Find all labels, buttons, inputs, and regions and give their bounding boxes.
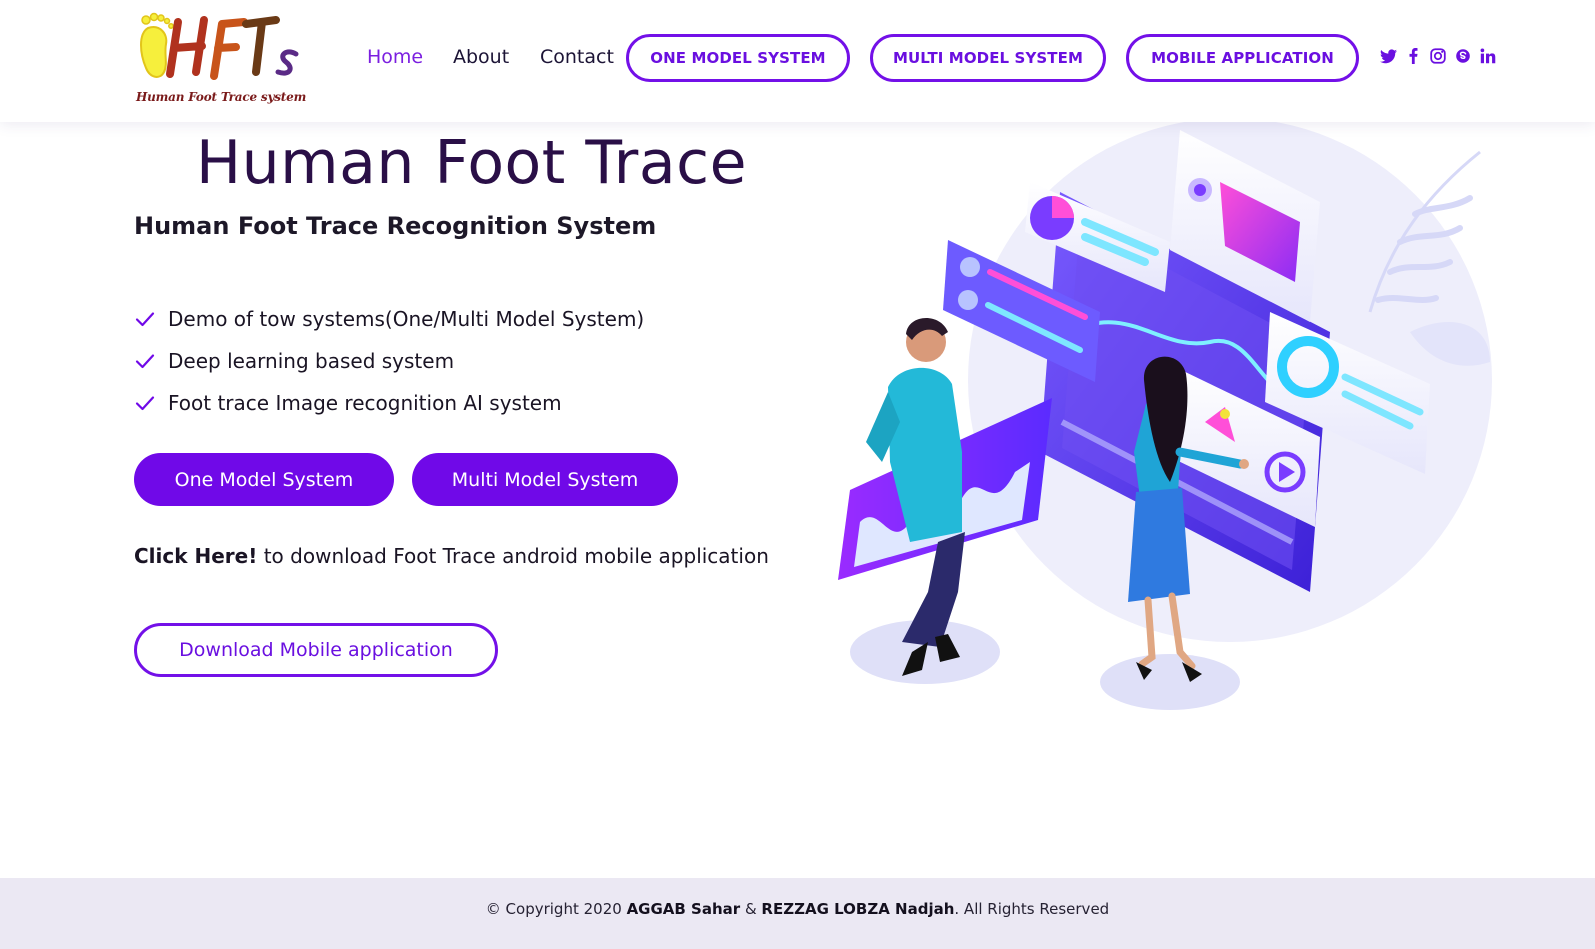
copyright-suffix: . All Rights Reserved — [954, 900, 1110, 918]
nav-one-model-system-button[interactable]: ONE MODEL SYSTEM — [626, 34, 850, 82]
copyright-prefix: © Copyright 2020 — [485, 900, 627, 918]
check-icon — [134, 392, 156, 414]
hero-title: Human Foot Trace — [196, 128, 748, 198]
author-1: AGGAB Sahar — [626, 900, 741, 918]
nav-link-about[interactable]: About — [453, 46, 509, 68]
download-prompt-text: to download Foot Trace android mobile ap… — [257, 544, 769, 568]
check-icon — [134, 350, 156, 372]
feature-text: Foot trace Image recognition AI system — [168, 391, 562, 415]
linkedin-icon[interactable] — [1479, 46, 1497, 66]
download-prompt: Click Here! to download Foot Trace andro… — [134, 544, 769, 568]
skype-icon[interactable] — [1454, 46, 1472, 66]
feature-item: Demo of tow systems(One/Multi Model Syst… — [134, 298, 644, 340]
feature-text: Demo of tow systems(One/Multi Model Syst… — [168, 307, 645, 331]
feature-item: Foot trace Image recognition AI system — [134, 382, 644, 424]
copyright-amp: & — [740, 900, 762, 918]
nav-link-contact[interactable]: Contact — [540, 46, 614, 68]
logo-mark — [140, 12, 299, 80]
feature-text: Deep learning based system — [168, 349, 455, 373]
nav-multi-model-system-button[interactable]: MULTI MODEL SYSTEM — [870, 34, 1106, 82]
facebook-icon[interactable] — [1404, 46, 1422, 66]
check-icon — [134, 308, 156, 330]
multi-model-system-button[interactable]: Multi Model System — [412, 453, 678, 506]
nav-mobile-application-button[interactable]: MOBILE APPLICATION — [1126, 34, 1359, 82]
site-footer: © Copyright 2020 AGGAB Sahar & REZZAG LO… — [0, 878, 1595, 949]
feature-item: Deep learning based system — [134, 340, 644, 382]
hero-subtitle: Human Foot Trace Recognition System — [134, 212, 657, 240]
one-model-system-button[interactable]: One Model System — [134, 453, 394, 506]
author-2: REZZAG LOBZA Nadjah — [761, 900, 955, 918]
feature-list: Demo of tow systems(One/Multi Model Syst… — [134, 298, 644, 424]
instagram-icon[interactable] — [1429, 46, 1447, 66]
logo-caption: Human Foot Trace system — [136, 90, 307, 104]
nav-link-home[interactable]: Home — [367, 46, 423, 68]
site-logo[interactable]: Human Foot Trace system — [134, 10, 307, 104]
twitter-icon[interactable] — [1379, 46, 1397, 66]
site-header: Human Foot Trace system Home About Conta… — [0, 0, 1595, 122]
click-here-link[interactable]: Click Here! — [134, 544, 257, 568]
copyright-text: © Copyright 2020 AGGAB Sahar & REZZAG LO… — [0, 900, 1595, 918]
hero-illustration — [838, 122, 1492, 710]
download-mobile-app-button[interactable]: Download Mobile application — [134, 623, 498, 677]
